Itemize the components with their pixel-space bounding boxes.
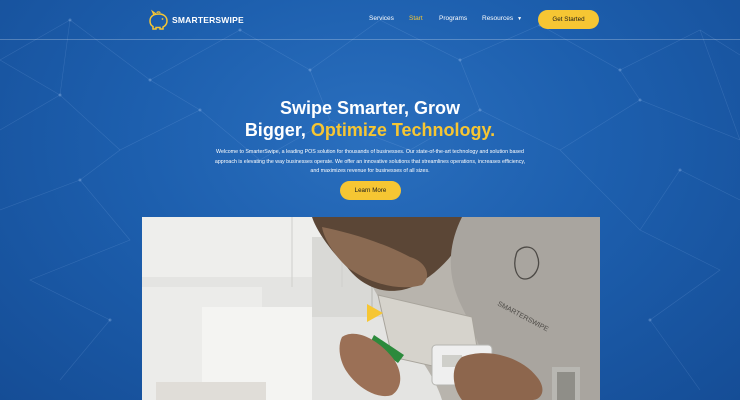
nav-item-resources[interactable]: Resources ▼ [482, 15, 522, 22]
hero-description: Welcome to SmarterSwipe, a leading POS s… [184, 148, 556, 177]
site-header: SMARTERSWIPE Services Start Programs Res… [0, 0, 740, 40]
main-nav: Services Start Programs Resources ▼ [0, 15, 740, 27]
nav-item-start[interactable]: Start [409, 15, 423, 22]
chevron-down-icon: ▼ [517, 16, 523, 22]
hero-title-line2: Bigger, Optimize Technology. [0, 119, 740, 141]
hero-title-accent: Optimize Technology. [310, 120, 496, 140]
learn-more-button[interactable]: Learn More [340, 181, 401, 200]
nav-item-services[interactable]: Services [369, 15, 394, 22]
hero-title-line1: Swipe Smarter, Grow [279, 98, 461, 118]
get-started-button[interactable]: Get Started [538, 10, 599, 29]
hero-description-line2: approach is elevating the way businesses… [214, 158, 526, 165]
hero-description-line1: Welcome to SmarterSwipe, a leading POS s… [216, 149, 524, 155]
nav-item-programs[interactable]: Programs [439, 15, 467, 22]
play-icon[interactable] [364, 303, 384, 323]
hero-description-line3: and maximizes revenue for businesses of … [310, 168, 430, 174]
hero-title: Swipe Smarter, Grow Bigger, Optimize Tec… [0, 97, 740, 141]
hero-title-plain: Bigger, [244, 120, 311, 140]
nav-item-resources-label: Resources [482, 15, 514, 22]
